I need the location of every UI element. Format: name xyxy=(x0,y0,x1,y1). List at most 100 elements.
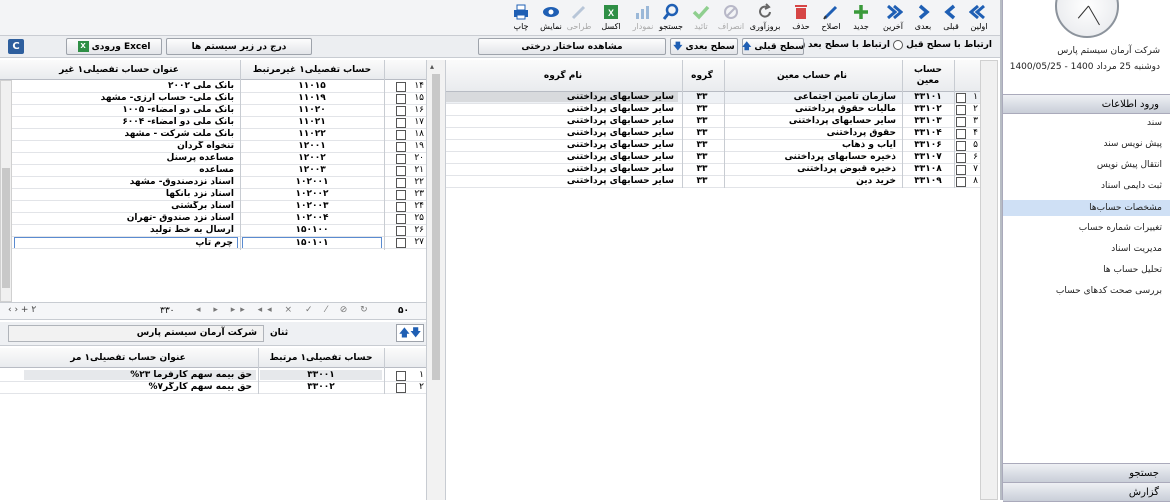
table-row[interactable]: ۲ ۳۳۰۰۲ حق بیمه سهم کارگر۷% xyxy=(0,382,426,394)
detail-scroll-thumb[interactable] xyxy=(2,168,10,288)
sidebar-item[interactable]: سند xyxy=(1147,118,1162,128)
table-row[interactable]: ۱ ۳۳۱۰۱ سازمان تامین اجتماعی ۳۳ سایر حسابهای… xyxy=(446,92,980,104)
toolbar-button-excel[interactable]: X اکسل xyxy=(596,2,626,34)
header-related-title[interactable]: عنوان حساب تفصیلی۱ مر xyxy=(0,348,256,368)
row-checkbox[interactable] xyxy=(396,118,406,128)
radio-prev-level[interactable]: ارتباط با سطح قبل xyxy=(893,40,992,50)
table-row[interactable]: ۲۴ ۱۰۲۰۰۳ اسناد برگشتی xyxy=(0,201,426,213)
row-checkbox[interactable] xyxy=(956,117,966,127)
toolbar-button-refresh[interactable]: بروزآوری xyxy=(750,2,780,34)
toolbar-button-chart[interactable]: نمودار xyxy=(628,2,658,34)
nav-arrows-box[interactable]: 🡅🡇 xyxy=(396,324,424,342)
excel-import-button[interactable]: X ورودی Excel xyxy=(66,38,162,55)
table-row[interactable]: ۲ ۳۳۱۰۲ مالیات حقوق پرداختنی ۳۳ سایر حسابهای… xyxy=(446,104,980,116)
navigator-buttons[interactable]: ◂ ▸ ▸▸ ◂◂ × ✓ ⁄ ⊘ ↻ xyxy=(196,305,373,315)
table-row[interactable]: ۱ ۳۳۰۰۱ حق بیمه سهم کارفرما ۲۳% xyxy=(0,370,426,382)
sidebar-item[interactable]: پیش نویس سند xyxy=(1103,139,1162,149)
row-checkbox[interactable] xyxy=(956,141,966,151)
toolbar-button-cancel[interactable]: انصراف xyxy=(716,2,746,34)
header-detail-code[interactable]: حساب تفصیلی۱ غیرمرتبط xyxy=(240,60,384,80)
row-checkbox[interactable] xyxy=(956,177,966,187)
row-checkbox[interactable] xyxy=(396,94,406,104)
table-row[interactable]: ۷ ۳۳۱۰۸ ذخیره قبوض پرداختنی ۳۳ سایر حسابهای … xyxy=(446,164,980,176)
sidebar-item[interactable]: بررسی صحت کدهای حساب xyxy=(1056,286,1162,296)
app-logo-icon[interactable]: C xyxy=(8,39,24,54)
navigator-left-arrows[interactable]: ‹ › + ٢ xyxy=(8,305,36,315)
table-row[interactable]: ۳ ۳۳۱۰۳ سایر حسابهای پرداختنی ۳۳ سایر حسابها… xyxy=(446,116,980,128)
table-row[interactable]: ۱۴ ۱۱۰۱۵ بانک ملی ۲۰۰۲ xyxy=(0,81,426,93)
toolbar-button-first[interactable]: اولین xyxy=(964,2,994,34)
table-row[interactable]: ۴ ۳۳۱۰۴ حقوق پرداختنی ۳۳ سایر حسابهای پرداخت… xyxy=(446,128,980,140)
tree-view-button[interactable]: مشاهده ساختار درختی xyxy=(478,38,666,55)
header-account-code[interactable]: حساب معین xyxy=(902,60,954,92)
table-row[interactable]: ۲۳ ۱۰۲۰۰۲ اسناد نزد بانکها xyxy=(0,189,426,201)
row-checkbox[interactable] xyxy=(396,154,406,164)
table-row[interactable]: ۶ ۳۳۱۰۷ ذخیره حسابهای پرداختنی ۳۳ سایر حسابه… xyxy=(446,152,980,164)
section-header-data-entry[interactable]: ورود اطلاعات xyxy=(1003,94,1170,114)
toolbar-button-print[interactable]: چاپ xyxy=(506,2,536,34)
table-row[interactable]: ۱۶ ۱۱۰۲۰ بانک ملی دو امضاء- ۱۰۰۵ xyxy=(0,105,426,117)
sidebar-item[interactable]: تغییرات شماره حساب xyxy=(1079,223,1162,233)
row-checkbox[interactable] xyxy=(396,238,406,248)
toolbar-button-prev[interactable]: قبلی xyxy=(936,2,966,34)
toolbar-button-check[interactable]: تائید xyxy=(686,2,716,34)
table-row[interactable]: ۲۰ ۱۲۰۰۲ مساعده پرسنل xyxy=(0,153,426,165)
table-row[interactable]: ۱۸ ۱۱۰۲۲ بانک ملت شرکت - مشهد xyxy=(0,129,426,141)
row-checkbox[interactable] xyxy=(396,383,406,393)
sidebar-item[interactable]: مدیریت اسناد xyxy=(1111,244,1162,254)
row-checkbox[interactable] xyxy=(956,165,966,175)
header-related-code[interactable]: حساب تفصیلی۱ مرتبط xyxy=(258,348,384,368)
row-checkbox[interactable] xyxy=(396,130,406,140)
row-checkbox[interactable] xyxy=(396,142,406,152)
insert-subsystems-button[interactable]: درج در زیر سیستم ها xyxy=(166,38,312,55)
sidebar-item[interactable]: تحلیل حساب ها xyxy=(1103,265,1162,275)
main-vertical-scrollbar[interactable] xyxy=(980,60,998,500)
toolbar-button-trash[interactable]: حذف xyxy=(786,2,816,34)
section-header-report[interactable]: گزارش xyxy=(1003,482,1170,502)
row-checkbox[interactable] xyxy=(396,190,406,200)
toolbar-button-design[interactable]: طراحی xyxy=(564,2,594,34)
splitter-up-arrow-icon[interactable]: ▴ xyxy=(430,62,434,71)
row-checkbox[interactable] xyxy=(396,226,406,236)
header-group-name[interactable]: نام گروه xyxy=(446,60,680,92)
radio-prev-level-circle[interactable] xyxy=(893,40,904,50)
table-row[interactable]: ۱۹ ۱۲۰۰۱ تنخواه گردان xyxy=(0,141,426,153)
toolbar-button-next[interactable]: بعدی xyxy=(908,2,938,34)
row-checkbox[interactable] xyxy=(396,214,406,224)
prev-level-button[interactable]: 🡅 سطح قبلی xyxy=(742,38,804,55)
table-row[interactable]: ۸ ۳۳۱۰۹ خرید دین ۳۳ سایر حسابهای پرداختنی xyxy=(446,176,980,188)
section-header-search[interactable]: جستجو xyxy=(1003,463,1170,483)
sidebar-item[interactable]: ثبت دایمی اسناد xyxy=(1101,181,1162,191)
header-account-name[interactable]: نام حساب معین xyxy=(724,60,900,92)
toolbar-button-eye[interactable]: نمایش xyxy=(536,2,566,34)
radio-next-level[interactable]: ارتباط با سطح بعد xyxy=(795,40,890,50)
row-checkbox[interactable] xyxy=(956,105,966,115)
row-checkbox[interactable] xyxy=(956,129,966,139)
table-row[interactable]: ۲۷ ۱۵۰۱۰۱ چرم تاپ xyxy=(0,237,426,249)
header-detail-title[interactable]: عنوان حساب تفصیلی۱ غیر xyxy=(0,60,238,80)
table-row[interactable]: ۲۲ ۱۰۲۰۰۱ اسناد نزدصندوق- مشهد xyxy=(0,177,426,189)
row-checkbox[interactable] xyxy=(396,166,406,176)
row-checkbox[interactable] xyxy=(396,178,406,188)
toolbar-button-search[interactable]: جستجو xyxy=(656,2,686,34)
sidebar-item[interactable]: انتقال پیش نویس xyxy=(1097,160,1162,170)
row-checkbox[interactable] xyxy=(396,371,406,381)
row-checkbox[interactable] xyxy=(956,93,966,103)
row-checkbox[interactable] xyxy=(396,202,406,212)
toolbar-button-plus[interactable]: جدید xyxy=(846,2,876,34)
table-row[interactable]: ۲۶ ۱۵۰۱۰۰ ارسال به خط تولید xyxy=(0,225,426,237)
table-row[interactable]: ۵ ۳۳۱۰۶ ایاب و ذهاب ۳۳ سایر حسابهای پرداختنی xyxy=(446,140,980,152)
toolbar-button-last[interactable]: آخرین xyxy=(878,2,908,34)
row-checkbox[interactable] xyxy=(956,153,966,163)
header-group[interactable]: گروه xyxy=(682,60,722,92)
sidebar-item[interactable]: مشخصات حساب‌ها xyxy=(1003,200,1170,216)
panel-splitter[interactable]: ▴ xyxy=(426,60,446,500)
table-row[interactable]: ۱۵ ۱۱۰۱۹ بانک ملی- حساب ارزی- مشهد xyxy=(0,93,426,105)
toolbar-button-pencil[interactable]: اصلاح xyxy=(816,2,846,34)
row-checkbox[interactable] xyxy=(396,106,406,116)
row-checkbox[interactable] xyxy=(396,82,406,92)
table-row[interactable]: ۲۵ ۱۰۲۰۰۴ اسناد نزد صندوق -تهران xyxy=(0,213,426,225)
next-level-button[interactable]: 🡇 سطح بعدی xyxy=(670,38,738,55)
table-row[interactable]: ۲۱ ۱۲۰۰۳ مساعده xyxy=(0,165,426,177)
splitter-thumb[interactable] xyxy=(432,74,440,380)
